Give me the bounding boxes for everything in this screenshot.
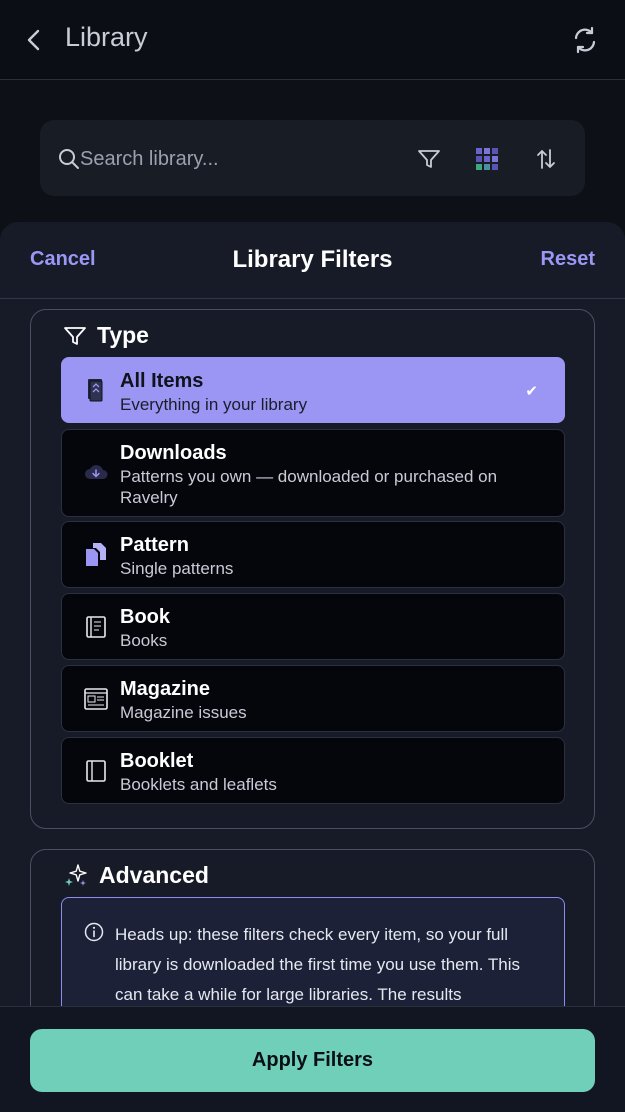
advanced-section-title: Advanced xyxy=(99,862,209,888)
search-icon xyxy=(59,149,79,169)
sync-button[interactable] xyxy=(567,22,603,58)
sort-button[interactable] xyxy=(529,142,563,176)
sheet-header: Cancel Library Filters Reset xyxy=(0,222,625,299)
sync-icon xyxy=(574,26,596,54)
checkmark-icon: ✔ xyxy=(525,383,538,400)
info-icon xyxy=(84,922,104,942)
type-section-header: Type xyxy=(63,322,149,349)
view-mode-button[interactable] xyxy=(470,142,504,176)
filter-icon xyxy=(64,326,86,345)
type-option-all-items[interactable]: All Items Everything in your library ✔ xyxy=(61,357,565,423)
cloud-download-icon xyxy=(85,465,108,479)
type-option-downloads[interactable]: Downloads Patterns you own — downloaded … xyxy=(61,429,565,517)
advanced-section-header: Advanced xyxy=(63,862,209,889)
filter-button[interactable] xyxy=(412,142,446,176)
booklet-icon xyxy=(86,759,106,782)
search-bar xyxy=(40,120,585,196)
book-icon xyxy=(86,615,106,638)
bottom-action-bar: Apply Filters xyxy=(0,1006,625,1112)
type-option-pattern[interactable]: Pattern Single patterns xyxy=(61,521,565,588)
pattern-files-icon xyxy=(86,542,106,566)
library-stack-icon xyxy=(88,379,103,402)
type-section-title: Type xyxy=(97,322,149,348)
type-option-booklet[interactable]: Booklet Booklets and leaflets xyxy=(61,737,565,804)
page-title: Library xyxy=(65,22,148,52)
type-option-magazine[interactable]: Magazine Magazine issues xyxy=(61,665,565,732)
sparkles-icon xyxy=(65,863,87,886)
sort-arrows-icon xyxy=(537,149,555,169)
type-section: Type All Items Everything in your librar… xyxy=(30,309,595,829)
grid-view-icon xyxy=(476,148,498,170)
type-option-book[interactable]: Book Books xyxy=(61,593,565,660)
sheet-title: Library Filters xyxy=(232,246,393,273)
filter-sheet: Cancel Library Filters Reset Type All It… xyxy=(0,222,625,1112)
magazine-icon xyxy=(84,687,108,710)
filter-icon xyxy=(418,150,440,168)
notice-text: Heads up: these filters check every item… xyxy=(115,925,521,1004)
search-input[interactable] xyxy=(80,142,410,176)
chevron-left-icon xyxy=(27,29,40,51)
app-bar: Library xyxy=(0,0,625,80)
back-button[interactable] xyxy=(18,24,50,56)
reset-button[interactable]: Reset xyxy=(541,248,595,271)
apply-filters-button[interactable]: Apply Filters xyxy=(30,1029,595,1092)
